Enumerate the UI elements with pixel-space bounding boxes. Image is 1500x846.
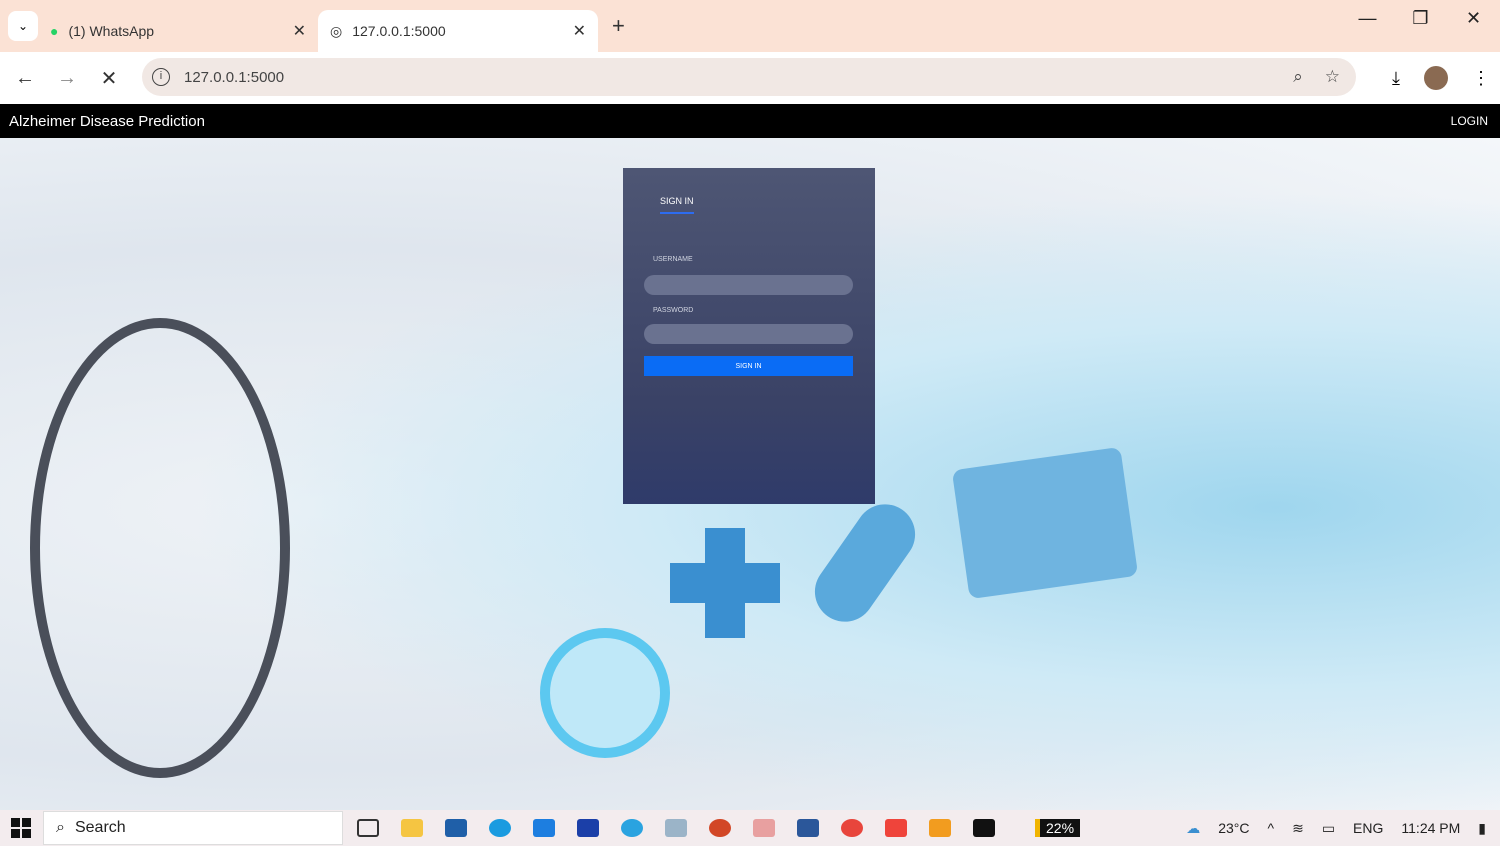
anydesk-icon[interactable] <box>885 819 907 837</box>
tab-search-button[interactable]: ⌄ <box>8 11 38 41</box>
file-explorer-icon[interactable] <box>401 819 423 837</box>
terminal-icon[interactable] <box>973 819 995 837</box>
notes-icon[interactable] <box>665 819 687 837</box>
menu-kebab-icon[interactable]: ⋮ <box>1472 68 1490 89</box>
back-button[interactable]: ← <box>4 67 46 90</box>
taskbar-search[interactable]: ⌕ Search <box>43 811 343 845</box>
whatsapp-icon: ● <box>50 23 59 39</box>
battery-icon[interactable]: ▭ <box>1322 820 1335 837</box>
stop-loading-button[interactable]: ✕ <box>88 66 130 91</box>
browser-tab-bar: ⌄ ● (1) WhatsApp ✕ ◎ 127.0.0.1:5000 ✕ + … <box>0 0 1500 52</box>
download-icon[interactable]: ⤓ <box>1392 68 1400 89</box>
pill-illustration <box>803 492 927 634</box>
close-window-button[interactable]: ✕ <box>1447 8 1500 29</box>
word-icon[interactable] <box>797 819 819 837</box>
snipping-tool-icon[interactable] <box>753 819 775 837</box>
app-brand[interactable]: Alzheimer Disease Prediction <box>9 113 205 130</box>
forward-button[interactable]: → <box>46 67 88 90</box>
hero-background: SIGN IN USERNAME PASSWORD SIGN IN <box>0 138 1500 810</box>
login-card: SIGN IN USERNAME PASSWORD SIGN IN <box>623 168 875 504</box>
login-link[interactable]: LOGIN <box>1451 114 1488 128</box>
new-tab-button[interactable]: + <box>612 13 625 39</box>
wifi-icon[interactable]: ≋ <box>1292 820 1304 837</box>
site-info-icon[interactable]: i <box>152 68 170 86</box>
globe-icon: ◎ <box>330 22 343 39</box>
tab-localhost[interactable]: ◎ 127.0.0.1:5000 ✕ <box>318 10 598 52</box>
restore-button[interactable]: ❐ <box>1394 8 1447 29</box>
telegram-icon[interactable] <box>621 819 643 837</box>
windows-taskbar: ⌕ Search 22% ☁ 23°C ^ ≋ ▭ ENG 11:24 PM ▮ <box>0 810 1500 846</box>
close-tab-icon[interactable]: ✕ <box>573 21 586 41</box>
close-tab-icon[interactable]: ✕ <box>293 21 306 41</box>
windows-start-icon[interactable] <box>11 818 31 838</box>
stethoscope-head-illustration <box>540 628 670 758</box>
battery-indicator[interactable]: 22% <box>1035 819 1081 837</box>
app-navbar: Alzheimer Disease Prediction LOGIN <box>0 104 1500 138</box>
chevron-up-icon[interactable]: ^ <box>1268 820 1275 836</box>
language-indicator[interactable]: ENG <box>1353 820 1383 836</box>
url-text[interactable]: 127.0.0.1:5000 <box>184 69 284 86</box>
mail-icon[interactable] <box>533 819 555 837</box>
sign-in-button[interactable]: SIGN IN <box>644 356 853 376</box>
store-icon[interactable] <box>445 819 467 837</box>
powerpoint-icon[interactable] <box>709 819 731 837</box>
search-icon: ⌕ <box>56 819 65 836</box>
stethoscope-illustration <box>30 318 290 778</box>
l-app-icon[interactable] <box>577 819 599 837</box>
sign-in-tab[interactable]: SIGN IN <box>660 196 694 214</box>
weather-temp[interactable]: 23°C <box>1218 820 1249 836</box>
username-input[interactable] <box>644 275 853 295</box>
task-view-icon[interactable] <box>357 819 379 837</box>
tab-whatsapp[interactable]: ● (1) WhatsApp ✕ <box>38 10 318 52</box>
password-input[interactable] <box>644 324 853 344</box>
browser-toolbar: ← → ✕ i 127.0.0.1:5000 ⌕ ☆ ⤓ ⋮ <box>0 52 1500 104</box>
username-label: USERNAME <box>653 256 693 263</box>
password-label: PASSWORD <box>653 307 694 314</box>
edge-icon[interactable] <box>489 819 511 837</box>
weather-icon[interactable]: ☁ <box>1186 820 1200 837</box>
address-bar[interactable]: i 127.0.0.1:5000 ⌕ ☆ <box>142 58 1356 96</box>
bookmark-star-icon[interactable]: ☆ <box>1325 67 1340 87</box>
medical-cross-illustration <box>670 563 780 603</box>
clock[interactable]: 11:24 PM <box>1401 820 1460 836</box>
chrome-icon[interactable] <box>841 819 863 837</box>
notification-icon[interactable]: ▮ <box>1478 820 1486 837</box>
first-aid-kit-illustration <box>951 446 1139 600</box>
minimize-button[interactable]: — <box>1341 8 1394 29</box>
sublime-icon[interactable] <box>929 819 951 837</box>
profile-avatar[interactable] <box>1424 66 1448 90</box>
zoom-icon[interactable]: ⌕ <box>1293 67 1303 87</box>
